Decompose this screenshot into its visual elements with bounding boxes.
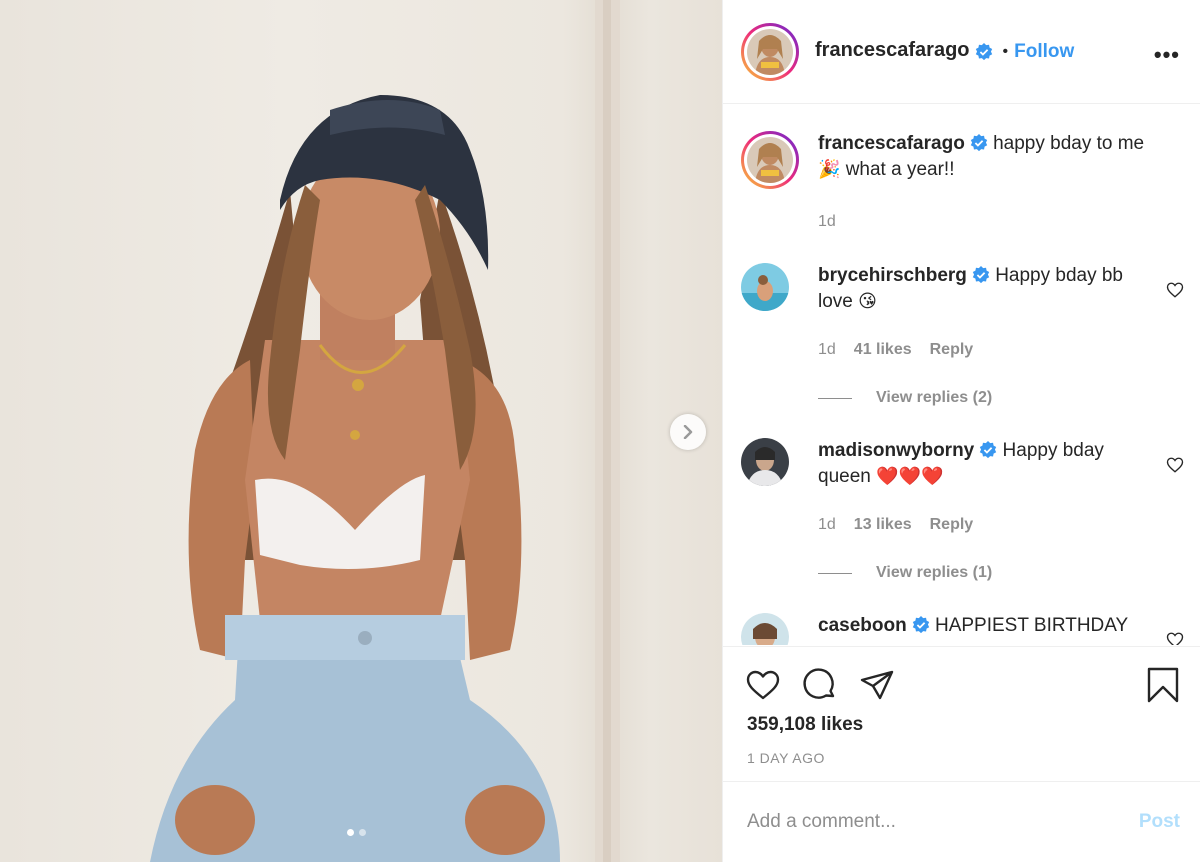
party-popper-emoji: 🎉	[818, 159, 841, 180]
comment-username[interactable]: brycehirschberg	[818, 265, 967, 286]
verified-badge-icon	[980, 441, 997, 459]
likes-count[interactable]: 359,108 likes	[747, 714, 863, 736]
post-header: francescafarago • Follow •••	[723, 0, 1200, 104]
comment-time[interactable]: 1d	[818, 516, 836, 534]
post-timestamp: 1 DAY AGO	[747, 750, 825, 766]
story-ring[interactable]	[741, 22, 799, 81]
caption-text-a: happy bday to me	[993, 133, 1145, 154]
caption-text-b: what a year!!	[845, 159, 955, 180]
author-username[interactable]: francescafarago	[815, 39, 970, 62]
avatar[interactable]	[741, 438, 789, 486]
comment-meta: 1d 13 likes Reply	[818, 516, 973, 534]
verified-badge-icon	[972, 266, 990, 284]
post-photo	[150, 0, 620, 862]
caption-story-ring[interactable]	[741, 131, 799, 189]
comment-likes[interactable]: 13 likes	[854, 516, 912, 534]
comment-time[interactable]: 1d	[818, 341, 836, 359]
comment-username[interactable]: madisonwyborny	[818, 440, 974, 461]
avatar	[747, 137, 793, 183]
verified-badge-icon	[970, 134, 987, 152]
carousel-indicator	[347, 829, 366, 836]
share-paper-plane-icon[interactable]	[859, 667, 895, 703]
comment-bubble-icon[interactable]	[802, 667, 838, 703]
view-replies-button[interactable]: View replies (1)	[818, 564, 992, 582]
post-comment-button[interactable]: Post	[1139, 811, 1180, 833]
post-media[interactable]	[0, 0, 722, 862]
verified-badge-icon	[912, 616, 929, 634]
comment-meta: 1d 41 likes Reply	[818, 341, 973, 359]
next-image-button[interactable]	[670, 414, 706, 450]
reply-button[interactable]: Reply	[930, 341, 974, 359]
caption-time[interactable]: 1d	[818, 213, 836, 231]
avatar[interactable]	[741, 613, 789, 645]
caption-username[interactable]: francescafarago	[818, 133, 965, 154]
comment-text: madisonwyborny Happy bday queen ❤️❤️❤️	[818, 438, 1142, 490]
carousel-dot	[347, 829, 354, 836]
like-comment-heart-icon[interactable]	[1166, 281, 1184, 299]
comment-body: HAPPIEST BIRTHDAY	[934, 615, 1129, 636]
caption-meta: 1d	[818, 213, 836, 231]
kiss-emoji: 😘	[858, 291, 877, 312]
reply-button[interactable]: Reply	[930, 516, 974, 534]
add-comment-input[interactable]	[747, 811, 1139, 833]
comment-text: brycehirschberg Happy bday bb love 😘	[818, 263, 1142, 315]
avatar[interactable]	[741, 263, 789, 311]
view-replies-label: View replies (2)	[876, 389, 993, 406]
avatar	[747, 28, 793, 75]
like-comment-heart-icon[interactable]	[1166, 631, 1184, 645]
like-comment-heart-icon[interactable]	[1166, 456, 1184, 474]
red-hearts-emoji: ❤️❤️❤️	[876, 466, 944, 487]
view-replies-button[interactable]: View replies (2)	[818, 389, 992, 407]
carousel-dot	[359, 829, 366, 836]
follow-button[interactable]: Follow	[1014, 41, 1074, 63]
like-heart-icon[interactable]	[745, 667, 781, 703]
comment-text: caseboon HAPPIEST BIRTHDAY	[818, 613, 1142, 639]
comment-username[interactable]: caseboon	[818, 615, 907, 636]
caption-text: francescafarago happy bday to me 🎉 what …	[818, 131, 1176, 183]
replies-divider	[818, 397, 852, 399]
save-bookmark-icon[interactable]	[1145, 667, 1181, 703]
more-options-icon[interactable]: •••	[1154, 42, 1180, 68]
comment-likes[interactable]: 41 likes	[854, 341, 912, 359]
post-actions: 359,108 likes 1 DAY AGO	[723, 646, 1200, 781]
view-replies-label: View replies (1)	[876, 564, 993, 581]
separator-dot: •	[1002, 42, 1009, 60]
add-comment-bar: Post	[723, 781, 1200, 862]
verified-badge-icon	[975, 42, 992, 60]
chevron-right-icon	[683, 425, 693, 439]
replies-divider	[818, 572, 852, 574]
comments-list[interactable]: francescafarago happy bday to me 🎉 what …	[723, 105, 1200, 645]
post-detail-panel: francescafarago • Follow ••• francescafa…	[722, 0, 1200, 862]
